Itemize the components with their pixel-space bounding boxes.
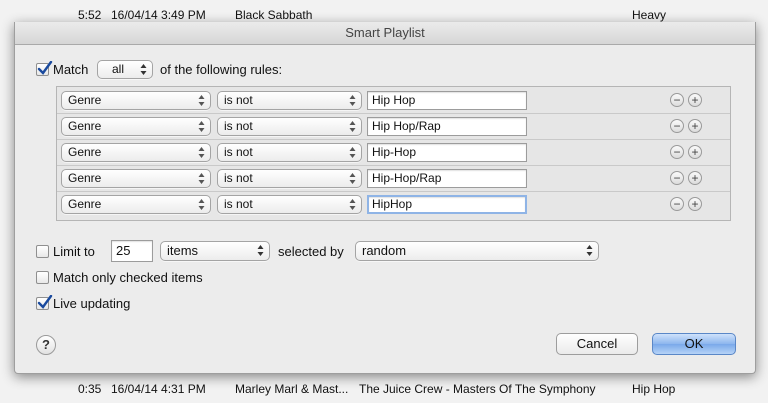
match-suffix-label: of the following rules: <box>160 62 283 77</box>
limit-unit-select[interactable]: items <box>160 241 270 261</box>
updown-arrows-icon <box>198 173 205 184</box>
rule-operator-value: is not <box>224 119 253 133</box>
track-time: 0:35 <box>78 382 102 396</box>
limit-unit-value: items <box>167 243 199 258</box>
remove-rule-button[interactable]: − <box>670 145 684 159</box>
rule-value-input[interactable]: Hip Hop <box>367 91 527 110</box>
remove-rule-button[interactable]: − <box>670 93 684 107</box>
rule-value-input[interactable]: Hip-Hop <box>367 143 527 162</box>
track-date-added: 16/04/14 3:49 PM <box>111 8 206 22</box>
rule-row: Genre is not Hip-Hop/Rap − + <box>57 165 730 192</box>
match-mode-select[interactable]: all <box>97 60 153 79</box>
rule-field-value: Genre <box>68 93 102 107</box>
track-album: The Juice Crew - Masters Of The Symphony <box>359 382 596 396</box>
track-artist: Marley Marl & Mast... <box>235 382 349 396</box>
dialog-title: Smart Playlist <box>15 22 755 45</box>
ok-button[interactable]: OK <box>652 333 736 355</box>
track-genre: Heavy <box>632 8 667 22</box>
updown-arrows-icon <box>586 245 593 256</box>
match-checkbox[interactable] <box>36 61 53 76</box>
limit-label: Limit to <box>53 244 95 259</box>
rule-value-input[interactable]: Hip-Hop/Rap <box>367 169 527 188</box>
rule-row: Genre is not HipHop − + <box>57 191 730 217</box>
rule-row: Genre is not Hip-Hop − + <box>57 139 730 166</box>
help-button[interactable]: ? <box>36 335 56 355</box>
rule-row: Genre is not Hip Hop − + <box>57 87 730 114</box>
rule-field-value: Genre <box>68 119 102 133</box>
rule-field-select[interactable]: Genre <box>61 195 211 214</box>
match-label: Match <box>53 62 89 77</box>
limit-checkbox[interactable] <box>36 245 49 258</box>
track-row[interactable]: 0:35 16/04/14 4:31 PM Marley Marl & Mast… <box>0 378 768 400</box>
rule-operator-value: is not <box>224 145 253 159</box>
track-time: 5:52 <box>78 8 102 22</box>
match-checked-only-checkbox[interactable] <box>36 271 49 284</box>
rule-field-value: Genre <box>68 171 102 185</box>
rule-operator-select[interactable]: is not <box>217 143 362 162</box>
track-artist: Black Sabbath <box>235 8 313 22</box>
selected-by-select[interactable]: random <box>355 241 599 261</box>
rule-field-select[interactable]: Genre <box>61 169 211 188</box>
track-date-added: 16/04/14 4:31 PM <box>111 382 206 396</box>
remove-rule-button[interactable]: − <box>670 197 684 211</box>
selected-by-value: random <box>362 243 407 258</box>
rule-operator-value: is not <box>224 171 253 185</box>
live-updating-checkbox[interactable] <box>36 295 53 310</box>
updown-arrows-icon <box>349 199 356 210</box>
rule-row: Genre is not Hip Hop/Rap − + <box>57 113 730 140</box>
updown-arrows-icon <box>349 147 356 158</box>
add-rule-button[interactable]: + <box>688 171 702 185</box>
updown-arrows-icon <box>349 95 356 106</box>
updown-arrows-icon <box>198 95 205 106</box>
add-rule-button[interactable]: + <box>688 119 702 133</box>
smart-playlist-dialog: Smart Playlist Match all of the followin… <box>14 22 756 374</box>
checkmark-icon <box>37 295 53 309</box>
checkmark-icon <box>37 61 53 75</box>
live-updating-label: Live updating <box>53 296 131 311</box>
rules-list: Genre is not Hip Hop − + Genre is not Hi… <box>56 86 731 221</box>
rule-field-value: Genre <box>68 145 102 159</box>
updown-arrows-icon <box>198 147 205 158</box>
updown-arrows-icon <box>198 121 205 132</box>
remove-rule-button[interactable]: − <box>670 171 684 185</box>
updown-arrows-icon <box>140 64 147 75</box>
rule-operator-select[interactable]: is not <box>217 117 362 136</box>
add-rule-button[interactable]: + <box>688 93 702 107</box>
updown-arrows-icon <box>198 199 205 210</box>
rule-field-value: Genre <box>68 197 102 211</box>
rule-field-select[interactable]: Genre <box>61 91 211 110</box>
selected-by-label: selected by <box>278 244 344 259</box>
track-genre: Hip Hop <box>632 382 676 396</box>
match-mode-value: all <box>112 62 125 76</box>
rule-operator-value: is not <box>224 197 253 211</box>
rule-value-input[interactable]: Hip Hop/Rap <box>367 117 527 136</box>
updown-arrows-icon <box>349 173 356 184</box>
rule-operator-select[interactable]: is not <box>217 91 362 110</box>
rule-value-input[interactable]: HipHop <box>367 195 527 214</box>
add-rule-button[interactable]: + <box>688 145 702 159</box>
rule-operator-select[interactable]: is not <box>217 195 362 214</box>
match-checked-only-label: Match only checked items <box>53 270 203 285</box>
updown-arrows-icon <box>257 245 264 256</box>
rule-operator-value: is not <box>224 93 253 107</box>
updown-arrows-icon <box>349 121 356 132</box>
rule-field-select[interactable]: Genre <box>61 117 211 136</box>
remove-rule-button[interactable]: − <box>670 119 684 133</box>
add-rule-button[interactable]: + <box>688 197 702 211</box>
rule-operator-select[interactable]: is not <box>217 169 362 188</box>
rule-field-select[interactable]: Genre <box>61 143 211 162</box>
limit-value-input[interactable]: 25 <box>111 240 153 262</box>
cancel-button[interactable]: Cancel <box>556 333 638 355</box>
